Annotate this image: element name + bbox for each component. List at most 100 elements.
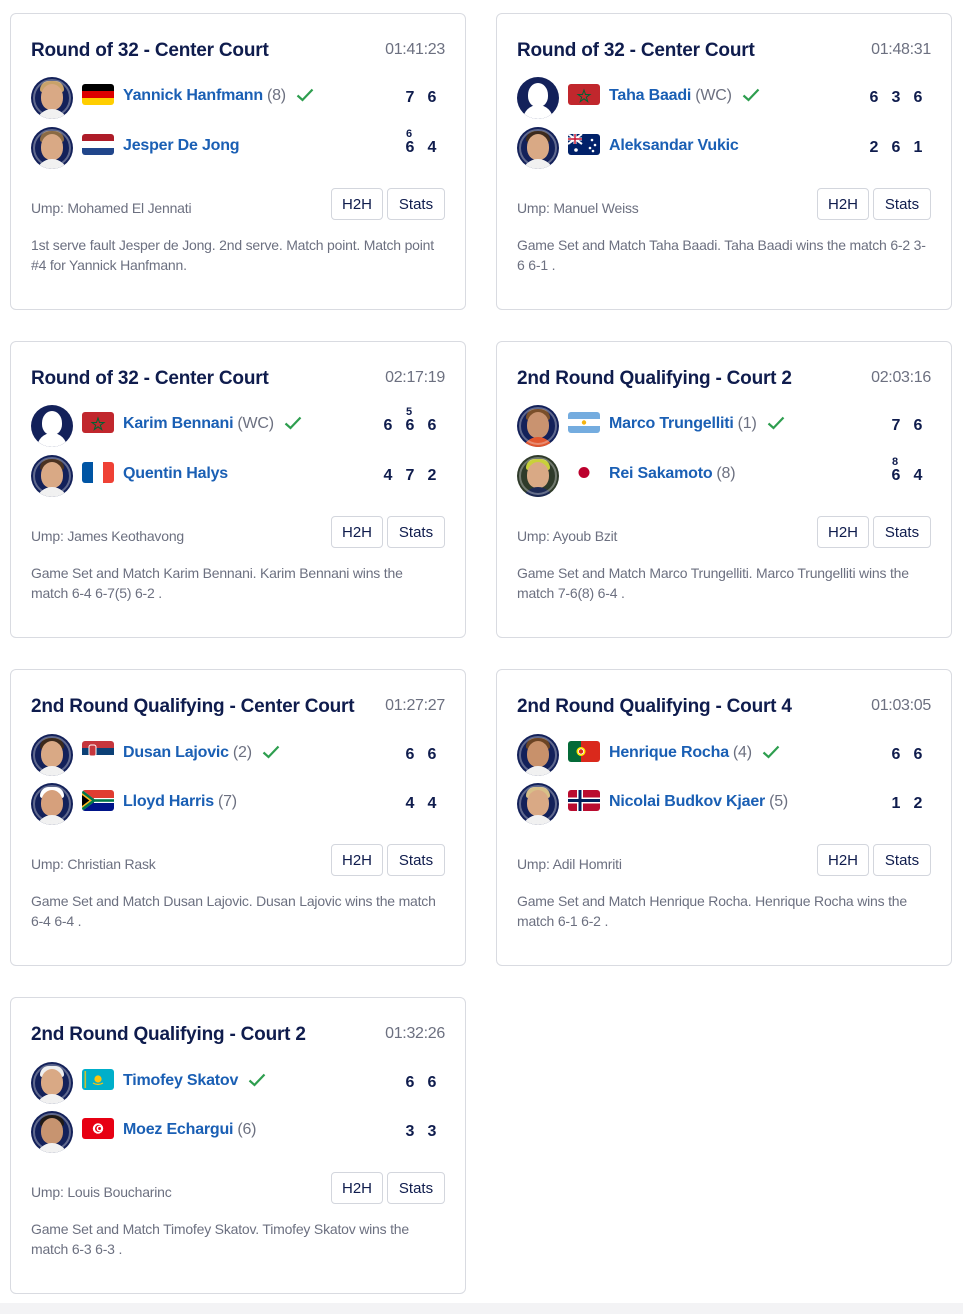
- set-score: 7: [405, 467, 415, 484]
- set-score: 2: [913, 795, 923, 812]
- match-round-court: 2nd Round Qualifying - Court 2: [31, 1024, 306, 1045]
- set-score: 1: [913, 139, 923, 156]
- set-score: 6: [913, 746, 923, 763]
- match-card: Round of 32 - Center Court 02:17:19 Kari…: [10, 341, 466, 638]
- umpire-label: Ump: Christian Rask: [31, 856, 156, 872]
- player-avatar[interactable]: [31, 783, 73, 825]
- set-score: 6: [383, 417, 393, 434]
- player-name-link[interactable]: Marco Trungelliti (1): [609, 415, 785, 435]
- stats-button[interactable]: Stats: [387, 844, 445, 876]
- winner-check-icon: [248, 1073, 266, 1092]
- player-row: Moez Echargui (6) 3 3: [31, 1111, 445, 1153]
- winner-check-icon: [742, 88, 760, 107]
- player-name-link[interactable]: Nicolai Budkov Kjaer (5): [609, 793, 788, 811]
- player-avatar[interactable]: [31, 1111, 73, 1153]
- h2h-button[interactable]: H2H: [817, 844, 869, 876]
- stats-button[interactable]: Stats: [387, 1172, 445, 1204]
- umpire-label: Ump: Adil Homriti: [517, 856, 622, 872]
- h2h-button[interactable]: H2H: [331, 188, 383, 220]
- player-avatar[interactable]: [517, 734, 559, 776]
- player-row: Jesper De Jong 66 4: [31, 127, 445, 169]
- player-name-link[interactable]: Yannick Hanfmann (8): [123, 87, 314, 107]
- player-row: Karim Bennani (WC) 6 65 6: [31, 405, 445, 447]
- player-row: Quentin Halys 4 7 2: [31, 455, 445, 497]
- player-seed: (6): [237, 1121, 257, 1138]
- set-score: 6: [913, 417, 923, 434]
- player-avatar[interactable]: [31, 77, 73, 119]
- player-name-link[interactable]: Jesper De Jong: [123, 137, 240, 155]
- serbia-flag-icon: [82, 741, 114, 762]
- player-seed: (WC): [695, 87, 732, 104]
- player-name-link[interactable]: Aleksandar Vukic: [609, 137, 739, 155]
- set-score: 6: [869, 89, 879, 106]
- player-avatar[interactable]: [31, 405, 73, 447]
- player-avatar[interactable]: [31, 1062, 73, 1104]
- umpire-label: Ump: Mohamed El Jennati: [31, 200, 192, 216]
- player-name-link[interactable]: Henrique Rocha (4): [609, 744, 780, 764]
- stats-button[interactable]: Stats: [873, 516, 931, 548]
- player-name-link[interactable]: Taha Baadi (WC): [609, 87, 760, 107]
- player-name-link[interactable]: Timofey Skatov: [123, 1072, 266, 1092]
- france-flag-icon: [82, 462, 114, 483]
- match-duration: 02:17:19: [385, 369, 445, 386]
- umpire-label: Ump: James Keothavong: [31, 528, 184, 544]
- match-duration: 01:41:23: [385, 41, 445, 58]
- match-summary: Game Set and Match Karim Bennani. Karim …: [31, 565, 403, 601]
- portugal-flag-icon: [568, 741, 600, 762]
- tunisia-flag-icon: [82, 1118, 114, 1139]
- set-score: 2: [427, 467, 437, 484]
- h2h-button[interactable]: H2H: [331, 844, 383, 876]
- japan-flag-icon: [568, 462, 600, 483]
- match-round-court: 2nd Round Qualifying - Court 2: [517, 368, 792, 389]
- player-row: Dusan Lajovic (2) 6 6: [31, 734, 445, 776]
- set-scores: 6 6: [399, 746, 443, 764]
- set-scores: 1 2: [885, 795, 929, 813]
- player-avatar[interactable]: [517, 127, 559, 169]
- set-score: 3: [405, 1123, 415, 1140]
- stats-button[interactable]: Stats: [387, 516, 445, 548]
- stats-button[interactable]: Stats: [387, 188, 445, 220]
- set-score: 4: [383, 467, 393, 484]
- player-row: Taha Baadi (WC) 6 3 6: [517, 77, 931, 119]
- player-seed: (8): [716, 465, 736, 482]
- morocco-flag-icon: [568, 84, 600, 105]
- umpire-label: Ump: Manuel Weiss: [517, 200, 639, 216]
- set-score: 7: [405, 89, 415, 106]
- player-name-link[interactable]: Karim Bennani (WC): [123, 415, 302, 435]
- kazakhstan-flag-icon: [82, 1069, 114, 1090]
- set-score: 6: [427, 746, 437, 763]
- set-score: 3: [427, 1123, 437, 1140]
- page-bottom-strip: [0, 1303, 963, 1314]
- match-duration: 02:03:16: [871, 369, 931, 386]
- set-score: 6: [891, 746, 901, 763]
- h2h-button[interactable]: H2H: [331, 516, 383, 548]
- player-avatar[interactable]: [517, 405, 559, 447]
- player-avatar[interactable]: [31, 455, 73, 497]
- h2h-button[interactable]: H2H: [817, 516, 869, 548]
- player-name-link[interactable]: Rei Sakamoto (8): [609, 465, 736, 483]
- argentina-flag-icon: [568, 412, 600, 433]
- player-avatar[interactable]: [517, 455, 559, 497]
- player-avatar[interactable]: [517, 77, 559, 119]
- match-duration: 01:48:31: [871, 41, 931, 58]
- match-round-court: Round of 32 - Center Court: [517, 40, 755, 61]
- stats-button[interactable]: Stats: [873, 844, 931, 876]
- set-score: 1: [891, 795, 901, 812]
- player-row: Rei Sakamoto (8) 68 4: [517, 455, 931, 497]
- set-score: 6: [891, 139, 901, 156]
- player-avatar[interactable]: [517, 783, 559, 825]
- set-score: 68: [891, 456, 901, 484]
- player-name-link[interactable]: Moez Echargui (6): [123, 1121, 256, 1139]
- match-round-court: 2nd Round Qualifying - Center Court: [31, 696, 355, 717]
- player-avatar[interactable]: [31, 734, 73, 776]
- player-avatar[interactable]: [31, 127, 73, 169]
- player-name-link[interactable]: Lloyd Harris (7): [123, 793, 237, 811]
- set-scores: 3 3: [399, 1123, 443, 1141]
- player-name-link[interactable]: Dusan Lajovic (2): [123, 744, 280, 764]
- h2h-button[interactable]: H2H: [817, 188, 869, 220]
- set-score: 4: [913, 467, 923, 484]
- h2h-button[interactable]: H2H: [331, 1172, 383, 1204]
- stats-button[interactable]: Stats: [873, 188, 931, 220]
- match-card: Round of 32 - Center Court 01:48:31 Taha…: [496, 13, 952, 310]
- player-name-link[interactable]: Quentin Halys: [123, 465, 228, 483]
